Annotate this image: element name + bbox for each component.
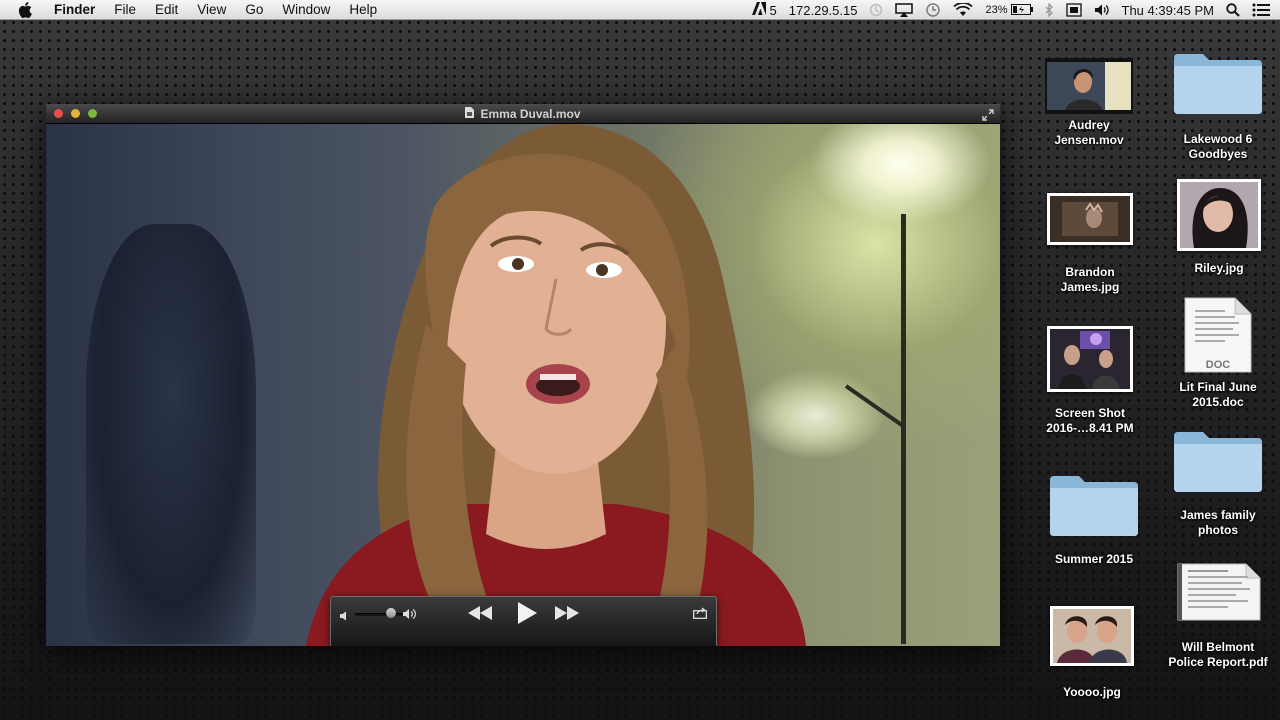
notification-center-icon[interactable] xyxy=(1252,3,1270,17)
desktop-icon-riley[interactable]: Riley.jpg xyxy=(1159,179,1279,276)
adobe-badge: 5 xyxy=(769,2,777,18)
close-button[interactable] xyxy=(54,109,63,118)
video-subject xyxy=(306,124,806,646)
rewind-button[interactable] xyxy=(468,606,492,625)
share-button[interactable] xyxy=(693,606,707,624)
menu-clock[interactable]: Thu 4:39:45 PM xyxy=(1122,3,1215,18)
desktop-icon-label: Riley.jpg xyxy=(1194,261,1244,275)
volume-high-icon[interactable] xyxy=(403,607,417,625)
status-menus: 5 172.29.5.15 23% Thu 4:39:45 PM xyxy=(740,0,1270,20)
volume-low-icon[interactable] xyxy=(340,608,350,626)
zoom-button[interactable] xyxy=(88,109,97,118)
desktop-icon-label: Lit Final June 2015.doc xyxy=(1179,380,1257,409)
menu-window[interactable]: Window xyxy=(282,2,330,17)
keyboard-viewer-icon[interactable] xyxy=(1065,3,1082,17)
menu-bar: Finder File Edit View Go Window Help 5 1… xyxy=(0,0,1280,20)
play-button[interactable] xyxy=(517,602,537,629)
sync-icon[interactable] xyxy=(869,3,883,17)
desktop-icon-brandon-james[interactable]: Brandon James.jpg xyxy=(1030,193,1150,295)
minimize-button[interactable] xyxy=(71,109,80,118)
adobe-icon xyxy=(751,2,766,18)
folder-icon xyxy=(1050,476,1138,536)
desktop-icon-label: Will Belmont Police Report.pdf xyxy=(1168,640,1268,669)
bluetooth-icon[interactable] xyxy=(1045,3,1054,17)
desktop-icon-label: Summer 2015 xyxy=(1054,552,1134,566)
movie-file-icon xyxy=(465,106,475,121)
desktop-icon-will-belmont-police-report[interactable]: Will Belmont Police Report.pdf xyxy=(1158,562,1278,670)
desktop-icon-james-family-photos[interactable]: James family photos xyxy=(1158,430,1278,538)
desktop-icon-label: Lakewood 6 Goodbyes xyxy=(1183,132,1253,161)
menu-edit[interactable]: Edit xyxy=(155,2,178,17)
airplay-icon[interactable] xyxy=(895,3,914,17)
desktop-icon-lakewood-6-goodbyes[interactable]: Lakewood 6 Goodbyes xyxy=(1158,52,1278,162)
background-coat-shape xyxy=(86,224,256,644)
desktop-icon-label: Brandon James.jpg xyxy=(1060,265,1120,294)
desktop-icon-label: Screen Shot 2016-…8.41 PM xyxy=(1046,406,1134,435)
folder-icon xyxy=(1174,432,1262,492)
menu-go[interactable]: Go xyxy=(245,2,263,17)
doc-badge: DOC xyxy=(1206,359,1231,371)
desktop-icon-label: James family photos xyxy=(1180,508,1256,537)
wifi-icon[interactable] xyxy=(953,3,974,17)
desktop-icon-label: Yoooo.jpg xyxy=(1063,685,1121,699)
image-thumbnail-icon xyxy=(1047,193,1133,245)
image-thumbnail-icon xyxy=(1050,606,1134,666)
image-thumbnail-icon xyxy=(1177,179,1261,251)
window-title-text: Emma Duval.mov xyxy=(480,106,581,121)
floor-lamp xyxy=(901,214,906,644)
menu-view[interactable]: View xyxy=(197,2,226,17)
video-frame[interactable] xyxy=(46,124,1000,646)
volume-menu-icon[interactable] xyxy=(1094,3,1110,17)
playback-controls xyxy=(330,596,717,646)
video-player-window: Emma Duval.mov xyxy=(46,104,1000,646)
menu-finder[interactable]: Finder xyxy=(54,2,95,17)
window-titlebar[interactable]: Emma Duval.mov xyxy=(46,104,1000,124)
apple-menu-icon[interactable] xyxy=(18,1,38,18)
battery-icon xyxy=(1010,3,1033,18)
desktop-icon-summer-2015[interactable]: Summer 2015 xyxy=(1034,474,1154,567)
desktop-icon-lit-final-june-2015[interactable]: DOC Lit Final June 2015.doc xyxy=(1158,296,1278,410)
word-document-icon: DOC xyxy=(1184,297,1252,373)
fast-forward-button[interactable] xyxy=(555,606,579,625)
lamp-arm xyxy=(844,384,905,428)
battery-status[interactable]: 23% xyxy=(985,3,1033,18)
image-thumbnail-icon xyxy=(1047,326,1133,392)
volume-slider-knob[interactable] xyxy=(386,608,396,618)
window-title: Emma Duval.mov xyxy=(465,106,581,121)
video-thumbnail-icon xyxy=(1045,58,1133,114)
menu-help[interactable]: Help xyxy=(349,2,377,17)
battery-percent: 23% xyxy=(985,4,1008,16)
folder-icon xyxy=(1174,54,1262,114)
menu-file[interactable]: File xyxy=(114,2,136,17)
ip-address[interactable]: 172.29.5.15 xyxy=(789,3,858,18)
desktop-icon-screen-shot[interactable]: Screen Shot 2016-…8.41 PM xyxy=(1030,326,1150,436)
time-machine-icon[interactable] xyxy=(925,2,941,18)
adobe-status-item[interactable]: 5 xyxy=(751,2,777,18)
pdf-document-icon xyxy=(1177,563,1261,621)
window-traffic-lights xyxy=(54,109,105,118)
spotlight-search-icon[interactable] xyxy=(1226,3,1240,17)
desktop-icon-label: Audrey Jensen.mov xyxy=(1054,118,1124,147)
desktop-icon-yoooo[interactable]: Yoooo.jpg xyxy=(1032,606,1152,700)
desktop-icon-audrey-jensen[interactable]: Audrey Jensen.mov xyxy=(1029,58,1149,148)
